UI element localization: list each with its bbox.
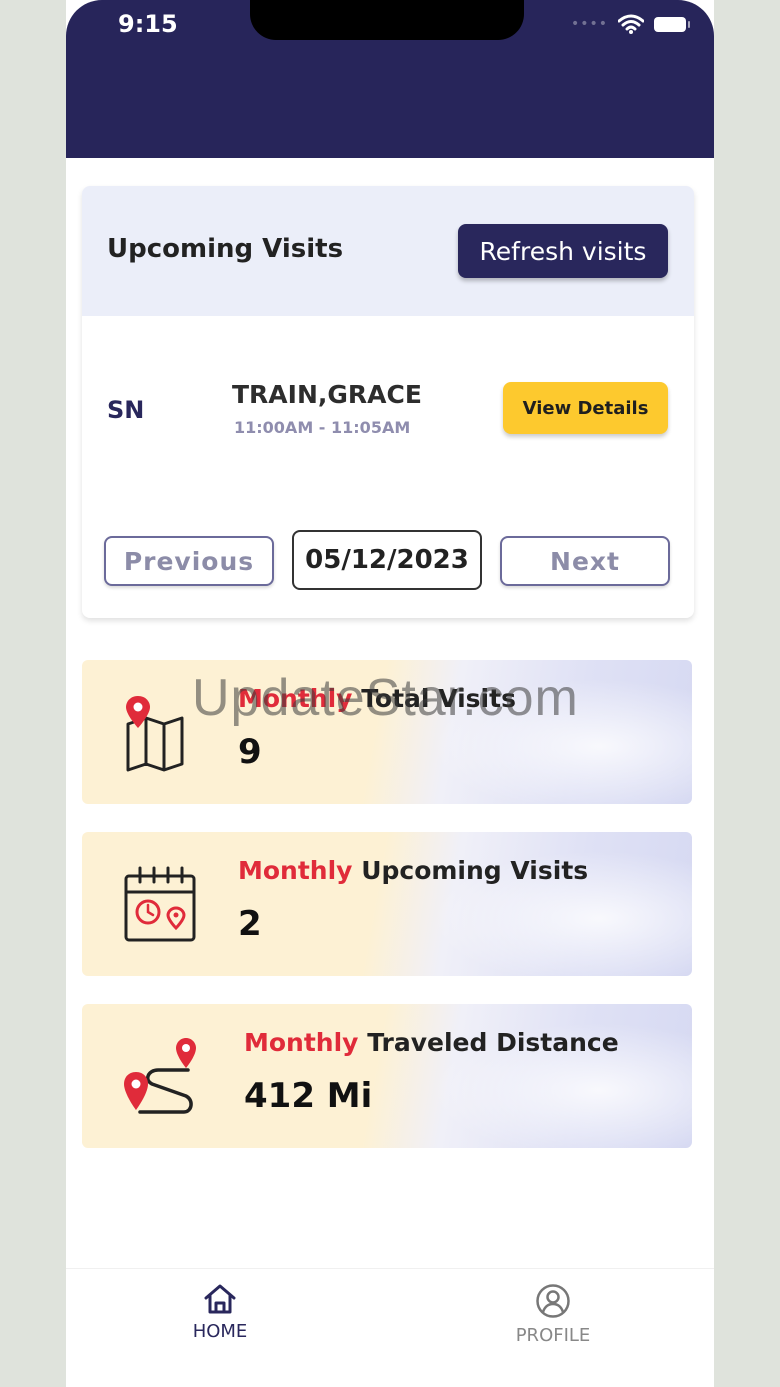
upcoming-visits-title: Upcoming Visits <box>107 234 344 264</box>
cellular-signal-icon: •••• <box>570 16 608 32</box>
date-selector[interactable]: 05/12/2023 <box>292 530 482 590</box>
app-header: 9:15 •••• <box>66 0 714 158</box>
stat-label: Monthly Traveled Distance <box>244 1028 619 1057</box>
status-icons: •••• <box>570 14 690 34</box>
next-day-button[interactable]: Next <box>500 536 670 586</box>
profile-icon <box>536 1284 570 1318</box>
status-time: 9:15 <box>118 10 178 38</box>
stat-card-total-visits: Monthly Total Visits 9 <box>82 660 692 804</box>
calendar-clock-icon <box>124 866 196 942</box>
stat-label-text: Total Visits <box>361 684 516 713</box>
stat-card-traveled-distance: Monthly Traveled Distance 412 Mi <box>82 1004 692 1148</box>
stat-label-prefix: Monthly <box>238 684 353 713</box>
app-screen: 9:15 •••• Upcoming Visits Refresh visits… <box>66 0 714 1387</box>
visit-patient-name: TRAIN,GRACE <box>232 380 422 409</box>
visit-time-range: 11:00AM - 11:05AM <box>234 418 411 437</box>
visit-initials: SN <box>107 396 145 424</box>
bottom-navigation: HOME PROFILE <box>66 1268 714 1387</box>
route-icon <box>124 1038 196 1114</box>
stat-value: 9 <box>238 732 262 772</box>
stat-label-text: Upcoming Visits <box>361 856 589 885</box>
tab-home-label: HOME <box>192 1321 248 1342</box>
stat-card-upcoming-visits: Monthly Upcoming Visits 2 <box>82 832 692 976</box>
tab-home[interactable]: HOME <box>140 1283 300 1342</box>
stat-label: Monthly Total Visits <box>238 684 516 713</box>
map-pin-icon <box>126 696 184 772</box>
wifi-icon <box>618 14 644 34</box>
tab-profile-label: PROFILE <box>515 1325 591 1346</box>
stat-label-prefix: Monthly <box>244 1028 359 1057</box>
view-details-button[interactable]: View Details <box>503 382 668 434</box>
stat-value: 412 Mi <box>244 1076 373 1116</box>
previous-day-button[interactable]: Previous <box>104 536 274 586</box>
home-icon <box>204 1284 236 1314</box>
battery-icon <box>654 16 690 32</box>
upcoming-visits-header: Upcoming Visits Refresh visits <box>82 186 694 316</box>
stat-label-prefix: Monthly <box>238 856 353 885</box>
stat-label: Monthly Upcoming Visits <box>238 856 588 885</box>
device-notch <box>250 0 524 40</box>
tab-profile[interactable]: PROFILE <box>473 1283 633 1346</box>
refresh-visits-button[interactable]: Refresh visits <box>458 224 668 278</box>
stat-label-text: Traveled Distance <box>367 1028 619 1057</box>
stat-value: 2 <box>238 904 262 944</box>
upcoming-visits-card: Upcoming Visits Refresh visits SN TRAIN,… <box>82 186 694 618</box>
